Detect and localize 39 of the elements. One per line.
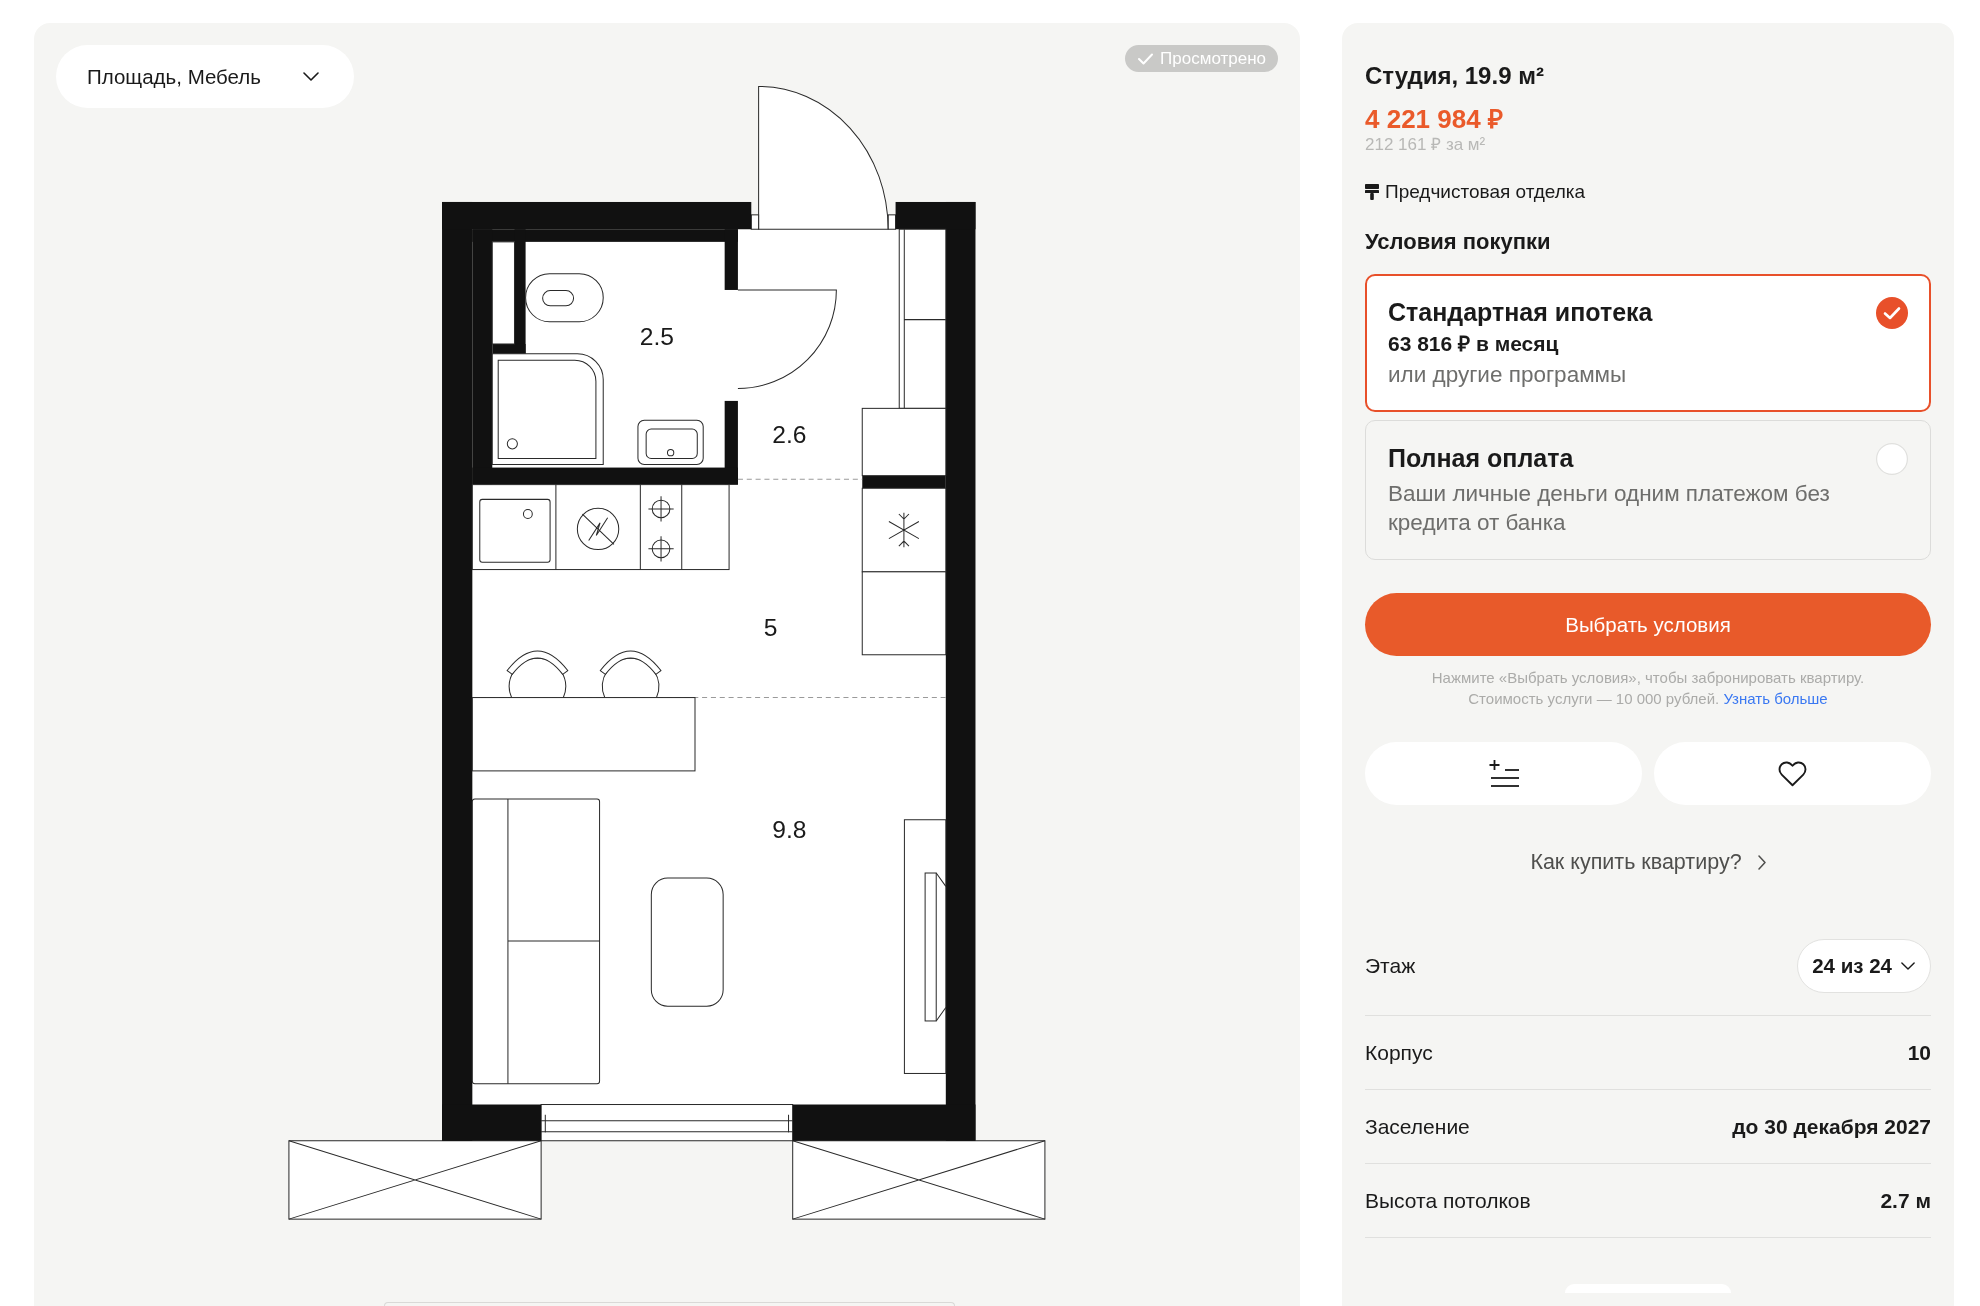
- listing-title: Студия, 19.9 м²: [1365, 61, 1544, 91]
- detail-value: 2.7 м: [1880, 1187, 1931, 1214]
- paintbrush-icon: [1365, 184, 1379, 200]
- chevron-down-icon: [1901, 962, 1915, 970]
- option-title: Полная оплата: [1388, 443, 1574, 473]
- radio-circle-icon[interactable]: [1876, 443, 1908, 475]
- room-area-label: 2.5: [639, 322, 674, 350]
- learn-more-link[interactable]: Узнать больше: [1723, 690, 1828, 707]
- option-description: или другие программы: [1388, 362, 1627, 388]
- purchase-option-card[interactable]: Стандартная ипотека 63 816 ₽ в месяц или другие программы: [1365, 274, 1931, 412]
- detail-label: Этаж: [1365, 953, 1416, 979]
- booking-note: Нажмите «Выбрать условия», чтобы забронировать квартиру. Стоимость услуги — 10 000 рублей. Узнать больше: [1430, 668, 1866, 709]
- price-per-meter: 212 161 ₽ за м²: [1365, 135, 1486, 155]
- floor-dropdown[interactable]: 24 из 24: [1797, 939, 1931, 993]
- detail-value: 10: [1907, 1039, 1931, 1066]
- option-title: Стандартная ипотека: [1388, 297, 1653, 327]
- detail-value: до 30 декабря 2027: [1732, 1113, 1931, 1140]
- room-area-label: 5: [763, 614, 778, 642]
- detail-label: Высота потолков: [1365, 1187, 1531, 1214]
- room-area-label: 9.8: [772, 816, 807, 844]
- layers-dropdown[interactable]: Площадь, Мебель: [56, 45, 354, 108]
- heart-icon: [1777, 760, 1808, 787]
- selected-check-icon[interactable]: [1876, 297, 1908, 329]
- detail-label: Корпус: [1365, 1039, 1433, 1066]
- option-monthly-payment: 63 816 ₽ в месяц: [1388, 332, 1559, 356]
- chevron-right-icon: [1757, 854, 1766, 870]
- room-area-label: 2.6: [772, 421, 807, 448]
- section-heading: Условия покупки: [1365, 228, 1551, 256]
- detail-label: Заселение: [1365, 1113, 1470, 1140]
- check-icon: [1138, 52, 1154, 65]
- purchase-option-card[interactable]: Полная оплата Ваши личные деньги одним платежом без кредита от банка: [1365, 420, 1931, 560]
- viewed-label: Просмотрено: [1160, 48, 1266, 69]
- price: 4 221 984 ₽: [1365, 103, 1503, 135]
- plus-minus-lines-icon: [1488, 760, 1519, 787]
- choose-terms-button[interactable]: Выбрать условия: [1365, 593, 1931, 656]
- finish-label: Предчистовая отделка: [1385, 181, 1586, 203]
- option-description: Ваши личные деньги одним платежом без кредита от банка: [1388, 480, 1831, 537]
- chevron-down-icon: [303, 72, 319, 81]
- how-to-buy-link[interactable]: Как купить квартиру?: [1530, 850, 1766, 874]
